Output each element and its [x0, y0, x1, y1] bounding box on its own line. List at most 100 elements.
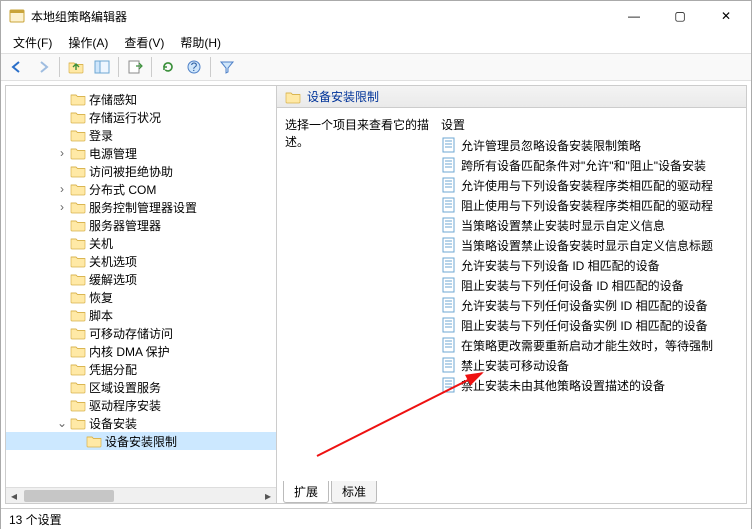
status-text: 13 个设置: [9, 511, 62, 528]
minimize-button[interactable]: —: [611, 1, 657, 31]
tree-item-label: 内核 DMA 保护: [89, 343, 170, 360]
list-item-label: 跨所有设备匹配条件对"允许"和"阻止"设备安装: [461, 157, 706, 174]
list-item-label: 当策略设置禁止安装时显示自定义信息: [461, 217, 665, 234]
list-item-label: 阻止使用与下列设备安装程序类相匹配的驱动程: [461, 197, 713, 214]
list-item[interactable]: 禁止安装可移动设备: [437, 355, 746, 375]
tree-item-label: 关机: [89, 235, 113, 252]
list-item[interactable]: 允许安装与下列任何设备实例 ID 相匹配的设备: [437, 295, 746, 315]
folder-icon: [70, 218, 86, 232]
filter-button[interactable]: [215, 55, 239, 79]
list-item-label: 允许安装与下列设备 ID 相匹配的设备: [461, 257, 660, 274]
list-item[interactable]: 阻止安装与下列任何设备 ID 相匹配的设备: [437, 275, 746, 295]
forward-button[interactable]: [31, 55, 55, 79]
tab-extended[interactable]: 扩展: [283, 481, 329, 503]
separator: [118, 57, 119, 77]
menu-action[interactable]: 操作(A): [60, 32, 116, 53]
menu-help[interactable]: 帮助(H): [172, 32, 229, 53]
list-item[interactable]: 允许安装与下列设备 ID 相匹配的设备: [437, 255, 746, 275]
list-item[interactable]: 允许使用与下列设备安装程序类相匹配的驱动程: [437, 175, 746, 195]
back-button[interactable]: [5, 55, 29, 79]
list-item-label: 禁止安装可移动设备: [461, 357, 569, 374]
up-button[interactable]: [64, 55, 88, 79]
tree-item[interactable]: ›电源管理: [6, 144, 276, 162]
list-item[interactable]: 跨所有设备匹配条件对"允许"和"阻止"设备安装: [437, 155, 746, 175]
chevron-right-icon[interactable]: ›: [54, 146, 70, 160]
tree-item-label: 设备安装限制: [105, 433, 177, 450]
tree-item[interactable]: 凭据分配: [6, 360, 276, 378]
tree-item[interactable]: 脚本: [6, 306, 276, 324]
tree-item[interactable]: 关机: [6, 234, 276, 252]
tree-item[interactable]: 恢复: [6, 288, 276, 306]
separator: [210, 57, 211, 77]
folder-icon: [285, 90, 301, 104]
maximize-button[interactable]: ▢: [657, 1, 703, 31]
tree-item[interactable]: 服务器管理器: [6, 216, 276, 234]
list-item[interactable]: 在策略更改需要重新启动才能生效时，等待强制: [437, 335, 746, 355]
list-item-label: 当策略设置禁止设备安装时显示自定义信息标题: [461, 237, 713, 254]
scroll-right-icon[interactable]: ▸: [260, 488, 276, 504]
export-button[interactable]: [123, 55, 147, 79]
folder-icon: [70, 344, 86, 358]
refresh-button[interactable]: [156, 55, 180, 79]
menu-file[interactable]: 文件(F): [5, 32, 60, 53]
tree-item[interactable]: 缓解选项: [6, 270, 276, 288]
tree-item[interactable]: 驱动程序安装: [6, 396, 276, 414]
tree-item[interactable]: ›服务控制管理器设置: [6, 198, 276, 216]
tree-item-label: 设备安装: [89, 415, 137, 432]
tree-item[interactable]: ›分布式 COM: [6, 180, 276, 198]
policy-icon: [441, 177, 457, 193]
folder-icon: [70, 92, 86, 106]
help-button[interactable]: ?: [182, 55, 206, 79]
tree-item[interactable]: 内核 DMA 保护: [6, 342, 276, 360]
list-item[interactable]: 阻止使用与下列设备安装程序类相匹配的驱动程: [437, 195, 746, 215]
list-item[interactable]: 阻止安装与下列任何设备实例 ID 相匹配的设备: [437, 315, 746, 335]
tree-item-label: 驱动程序安装: [89, 397, 161, 414]
tree-item-label: 恢复: [89, 289, 113, 306]
folder-icon: [70, 236, 86, 250]
folder-icon: [70, 110, 86, 124]
tree-item[interactable]: 可移动存储访问: [6, 324, 276, 342]
scroll-left-icon[interactable]: ◂: [6, 488, 22, 504]
svg-text:?: ?: [191, 60, 198, 74]
titlebar: 本地组策略编辑器 — ▢ ✕: [1, 1, 751, 31]
tree-item[interactable]: 登录: [6, 126, 276, 144]
list-item[interactable]: 当策略设置禁止安装时显示自定义信息: [437, 215, 746, 235]
tree-item[interactable]: 设备安装限制: [6, 432, 276, 450]
tab-standard[interactable]: 标准: [331, 481, 377, 503]
column-header-setting[interactable]: 设置: [437, 114, 746, 135]
chevron-right-icon[interactable]: ›: [54, 182, 70, 196]
settings-list[interactable]: 设置 允许管理员忽略设备安装限制策略跨所有设备匹配条件对"允许"和"阻止"设备安…: [437, 108, 746, 479]
tree-item-label: 服务器管理器: [89, 217, 161, 234]
tree-item[interactable]: 存储感知: [6, 90, 276, 108]
tree-item[interactable]: 存储运行状况: [6, 108, 276, 126]
details-title: 设备安装限制: [307, 88, 379, 105]
details-pane: 设备安装限制 选择一个项目来查看它的描述。 设置 允许管理员忽略设备安装限制策略…: [277, 85, 747, 504]
tree-item[interactable]: 区域设置服务: [6, 378, 276, 396]
toolbar: ?: [1, 53, 751, 81]
list-item[interactable]: 禁止安装未由其他策略设置描述的设备: [437, 375, 746, 395]
chevron-down-icon[interactable]: ⌄: [54, 416, 70, 430]
folder-icon: [70, 308, 86, 322]
chevron-right-icon[interactable]: ›: [54, 200, 70, 214]
folder-icon: [70, 326, 86, 340]
list-item-label: 允许使用与下列设备安装程序类相匹配的驱动程: [461, 177, 713, 194]
list-item[interactable]: 允许管理员忽略设备安装限制策略: [437, 135, 746, 155]
tree-pane[interactable]: 存储感知存储运行状况登录›电源管理访问被拒绝协助›分布式 COM›服务控制管理器…: [5, 85, 277, 504]
folder-icon: [70, 164, 86, 178]
show-hide-tree-button[interactable]: [90, 55, 114, 79]
folder-icon: [70, 290, 86, 304]
horizontal-scrollbar[interactable]: ◂ ▸: [6, 487, 276, 503]
list-item[interactable]: 当策略设置禁止设备安装时显示自定义信息标题: [437, 235, 746, 255]
list-item-label: 允许管理员忽略设备安装限制策略: [461, 137, 641, 154]
tree-item[interactable]: ⌄ 设备安装: [6, 414, 276, 432]
list-item-label: 禁止安装未由其他策略设置描述的设备: [461, 377, 665, 394]
tree-item-label: 关机选项: [89, 253, 137, 270]
menu-view[interactable]: 查看(V): [116, 32, 172, 53]
tree-item-label: 缓解选项: [89, 271, 137, 288]
tree-item-label: 凭据分配: [89, 361, 137, 378]
tree-item[interactable]: 访问被拒绝协助: [6, 162, 276, 180]
scroll-thumb[interactable]: [24, 490, 114, 502]
tree-item[interactable]: 关机选项: [6, 252, 276, 270]
tree-item-label: 登录: [89, 127, 113, 144]
close-button[interactable]: ✕: [703, 1, 749, 31]
